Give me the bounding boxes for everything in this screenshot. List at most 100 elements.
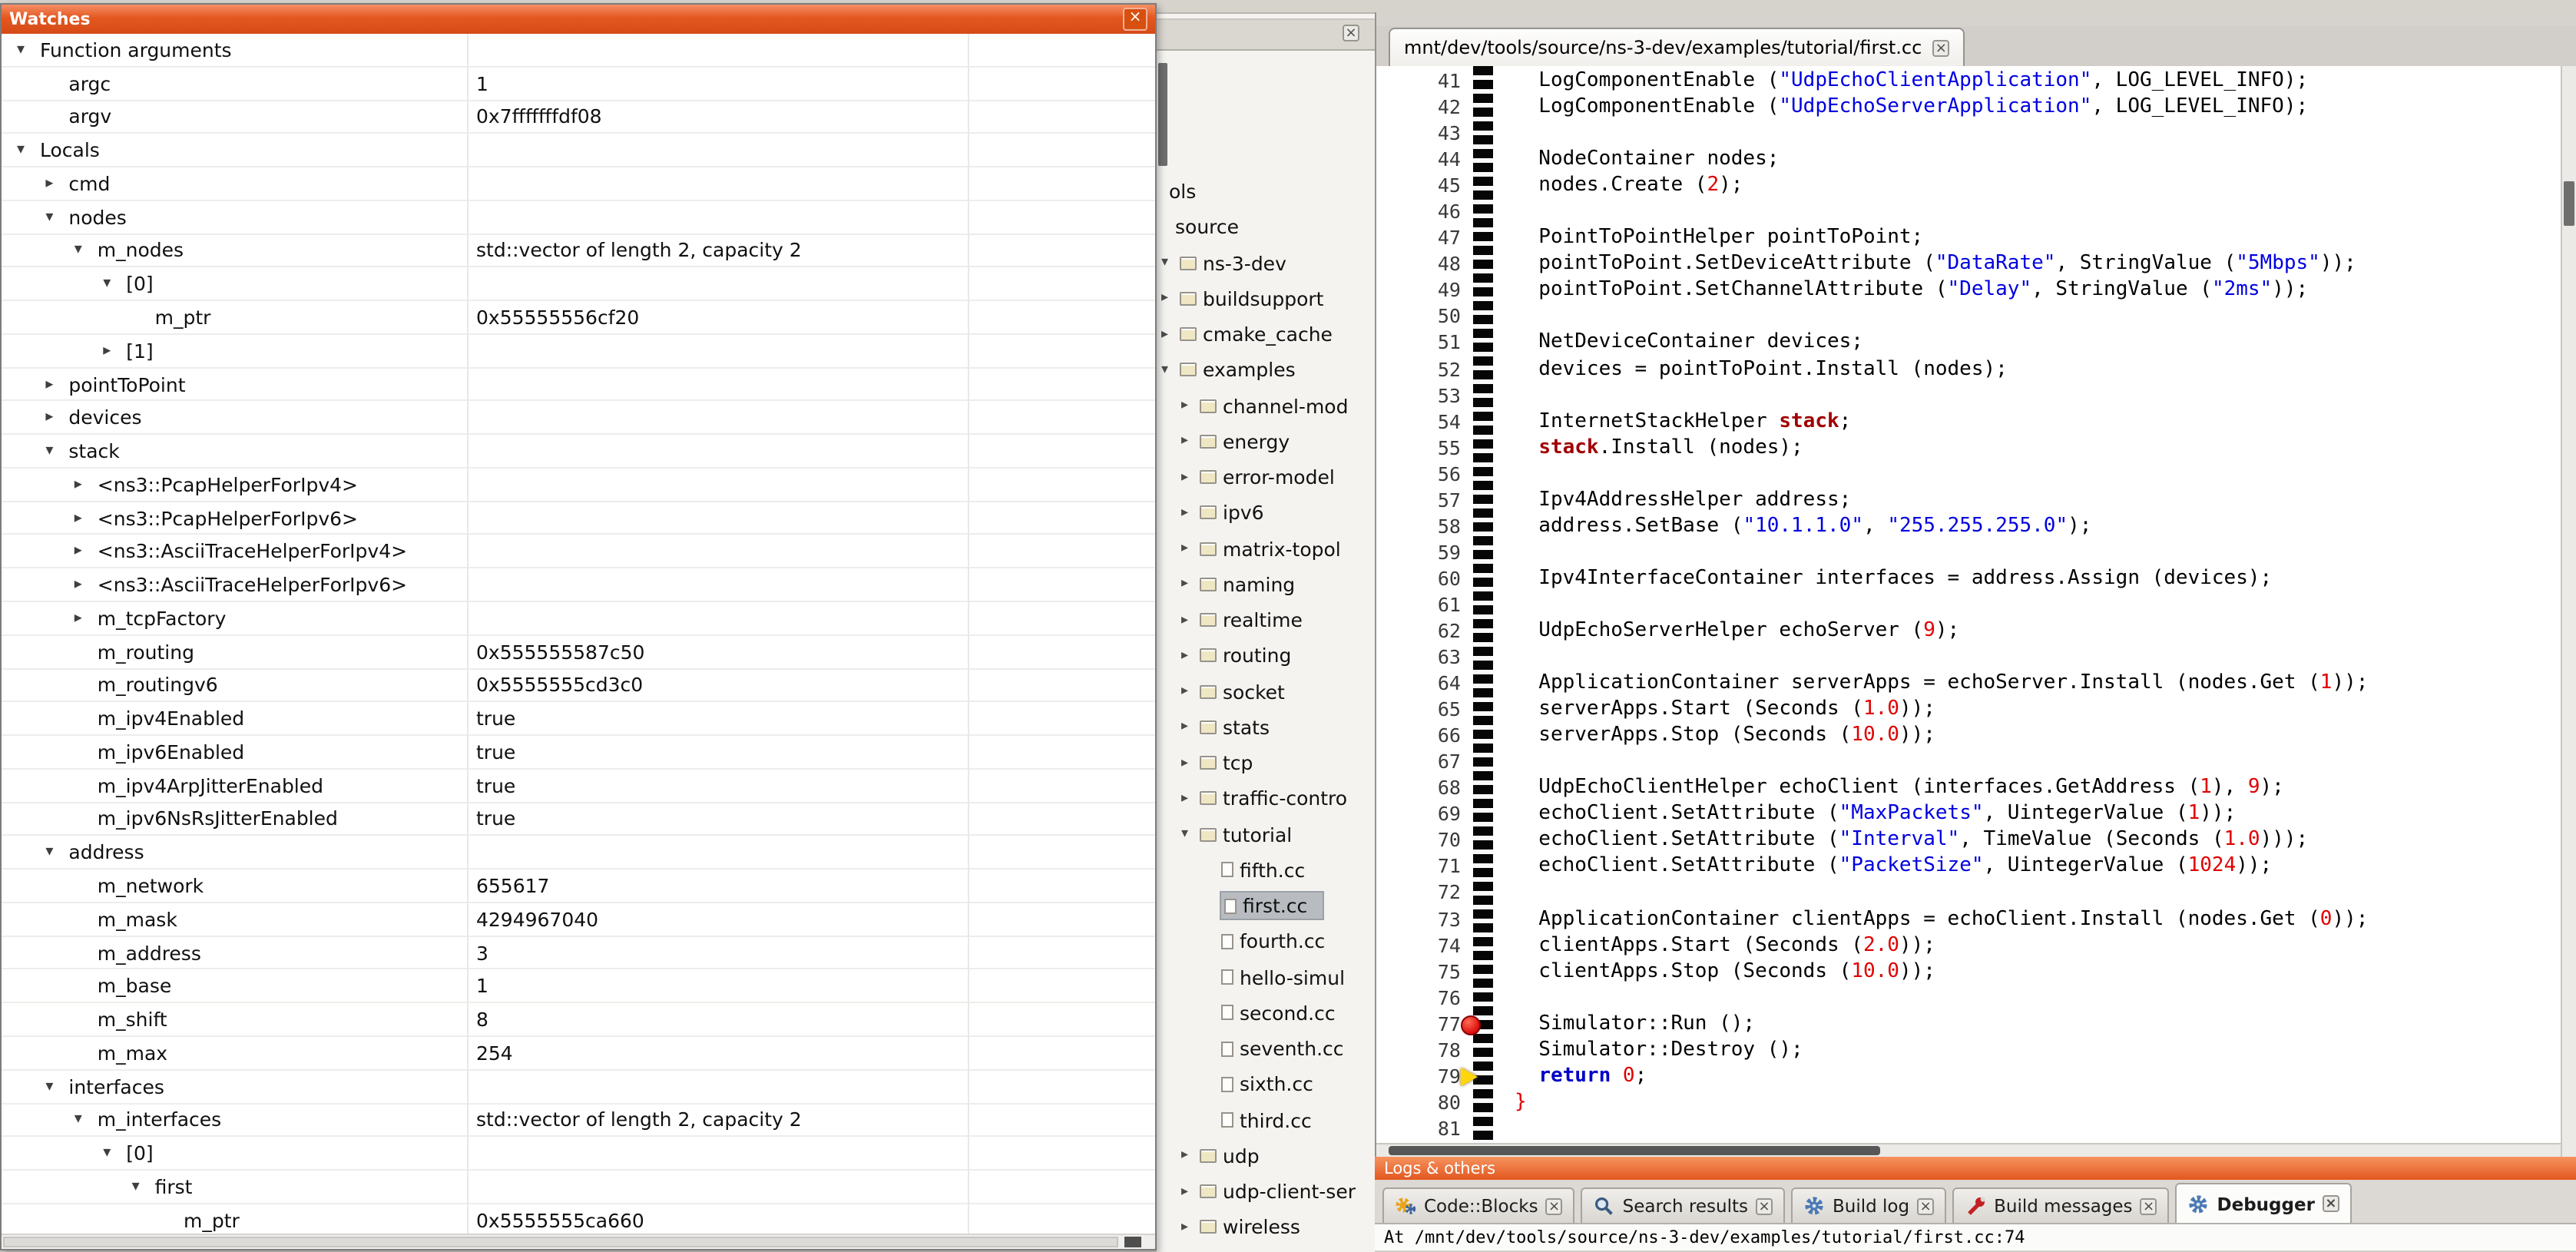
- tree-scrollbar-thumb[interactable]: [1158, 63, 1167, 166]
- collapse-arrow-icon[interactable]: ▾: [74, 1111, 98, 1128]
- watch-row[interactable]: m_routing0x555555587c50: [2, 636, 1155, 670]
- watch-row[interactable]: m_ipv6Enabledtrue: [2, 736, 1155, 770]
- close-icon[interactable]: ×: [1343, 25, 1359, 41]
- collapse-arrow-icon[interactable]: ▾: [17, 41, 40, 58]
- watch-row[interactable]: m_routingv60x5555555cd3c0: [2, 669, 1155, 703]
- tab-debugger[interactable]: Debugger×: [2176, 1183, 2352, 1223]
- watch-row[interactable]: ▸<ns3::PcapHelperForIpv6>: [2, 502, 1155, 535]
- tree-item[interactable]: fifth.cc: [1157, 853, 1375, 889]
- tree-item[interactable]: ▸tcp: [1157, 745, 1375, 781]
- watch-row[interactable]: ▾first: [2, 1171, 1155, 1204]
- collapse-arrow-icon[interactable]: ▾: [1181, 826, 1200, 842]
- resize-grip[interactable]: [1124, 1237, 1141, 1247]
- collapse-arrow-icon[interactable]: ▾: [17, 141, 40, 158]
- tab-build-messages[interactable]: Build messages×: [1952, 1187, 2169, 1223]
- tree-item[interactable]: ▸realtime: [1157, 602, 1375, 638]
- expand-arrow-icon[interactable]: ▸: [74, 576, 98, 593]
- expand-arrow-icon[interactable]: ▸: [1181, 791, 1200, 807]
- tree-item[interactable]: ▸energy: [1157, 424, 1375, 460]
- watch-row[interactable]: ▸m_tcpFactory: [2, 602, 1155, 636]
- tree-item[interactable]: first.cc: [1157, 888, 1375, 924]
- close-icon[interactable]: ×: [1123, 8, 1147, 31]
- tab-search-results[interactable]: Search results×: [1581, 1187, 1785, 1223]
- editor-vscrollbar-thumb[interactable]: [2564, 181, 2574, 226]
- watch-row[interactable]: m_network655617: [2, 869, 1155, 903]
- watch-row[interactable]: m_max254: [2, 1037, 1155, 1071]
- expand-arrow-icon[interactable]: ▸: [1181, 469, 1200, 485]
- collapse-arrow-icon[interactable]: ▾: [1161, 363, 1180, 378]
- expand-arrow-icon[interactable]: ▸: [45, 175, 68, 192]
- tree-item[interactable]: ▸naming: [1157, 567, 1375, 603]
- expand-arrow-icon[interactable]: ▸: [74, 476, 98, 493]
- tree-item[interactable]: ▸stats: [1157, 710, 1375, 746]
- breakpoint-marker[interactable]: [1461, 1015, 1481, 1035]
- expand-arrow-icon[interactable]: ▸: [103, 343, 126, 359]
- tree-item[interactable]: ▸cmake_cache: [1157, 316, 1375, 353]
- watch-row[interactable]: ▾nodes: [2, 201, 1155, 235]
- tree-item[interactable]: ols: [1157, 174, 1375, 210]
- tree-item[interactable]: third.cc: [1157, 1102, 1375, 1138]
- collapse-arrow-icon[interactable]: ▾: [45, 1078, 68, 1095]
- tree-item[interactable]: sixth.cc: [1157, 1067, 1375, 1103]
- tab-close-icon[interactable]: ×: [1932, 39, 1949, 56]
- tree-item[interactable]: hello-simul: [1157, 959, 1375, 995]
- tab-close-icon[interactable]: ×: [2323, 1195, 2339, 1212]
- tree-item[interactable]: ▸traffic-contro: [1157, 781, 1375, 817]
- tree-item[interactable]: second.cc: [1157, 995, 1375, 1032]
- watch-row[interactable]: m_ptr0x5555555ca660: [2, 1204, 1155, 1234]
- tree-item[interactable]: fourth.cc: [1157, 924, 1375, 960]
- tree-item[interactable]: ▸udp: [1157, 1138, 1375, 1174]
- editor-tab[interactable]: mnt/dev/tools/source/ns-3-dev/examples/t…: [1389, 28, 1965, 66]
- expand-arrow-icon[interactable]: ▸: [1181, 434, 1200, 449]
- tab-close-icon[interactable]: ×: [1917, 1197, 1934, 1214]
- tab-close-icon[interactable]: ×: [1546, 1197, 1563, 1214]
- expand-arrow-icon[interactable]: ▸: [45, 409, 68, 426]
- expand-arrow-icon[interactable]: ▸: [1181, 720, 1200, 735]
- expand-arrow-icon[interactable]: ▸: [1181, 577, 1200, 592]
- tree-item[interactable]: seventh.cc: [1157, 1031, 1375, 1067]
- watch-row[interactable]: m_base1: [2, 970, 1155, 1004]
- tree-item[interactable]: ▸routing: [1157, 638, 1375, 674]
- expand-arrow-icon[interactable]: ▸: [1181, 1220, 1200, 1235]
- watch-row[interactable]: ▸devices: [2, 402, 1155, 436]
- watch-row[interactable]: ▸<ns3::AsciiTraceHelperForIpv6>: [2, 569, 1155, 603]
- watch-row[interactable]: m_mask4294967040: [2, 903, 1155, 937]
- editor-hscrollbar-thumb[interactable]: [1389, 1146, 1880, 1155]
- expand-arrow-icon[interactable]: ▸: [1181, 505, 1200, 521]
- tree-item[interactable]: ▸buildsupport: [1157, 281, 1375, 317]
- expand-arrow-icon[interactable]: ▸: [74, 610, 98, 627]
- logs-titlebar[interactable]: Logs & others: [1375, 1157, 2576, 1180]
- expand-arrow-icon[interactable]: ▸: [1181, 684, 1200, 699]
- watches-hscrollbar-thumb[interactable]: [3, 1237, 1118, 1247]
- watch-row[interactable]: ▾m_interfacesstd::vector of length 2, ca…: [2, 1104, 1155, 1138]
- collapse-arrow-icon[interactable]: ▾: [45, 844, 68, 861]
- watch-row[interactable]: m_shift8: [2, 1003, 1155, 1037]
- watches-titlebar[interactable]: Watches ×: [2, 5, 1155, 34]
- tree-item[interactable]: ▸socket: [1157, 674, 1375, 710]
- watch-row[interactable]: ▾stack: [2, 435, 1155, 469]
- editor-body[interactable]: 4142434445464748495051525354555657585960…: [1376, 66, 2562, 1143]
- watch-row[interactable]: ▾Function arguments: [2, 34, 1155, 68]
- watch-row[interactable]: ▾interfaces: [2, 1070, 1155, 1104]
- expand-arrow-icon[interactable]: ▸: [1181, 612, 1200, 628]
- expand-arrow-icon[interactable]: ▸: [1181, 398, 1200, 413]
- watch-row[interactable]: ▾address: [2, 836, 1155, 870]
- collapse-arrow-icon[interactable]: ▾: [74, 242, 98, 259]
- tab-code-blocks[interactable]: Code::Blocks×: [1382, 1187, 1575, 1223]
- expand-arrow-icon[interactable]: ▸: [74, 509, 98, 526]
- collapse-arrow-icon[interactable]: ▾: [1161, 255, 1180, 270]
- editor-hscrollbar[interactable]: [1376, 1143, 2562, 1157]
- expand-arrow-icon[interactable]: ▸: [74, 543, 98, 560]
- tree-item[interactable]: ▸wireless: [1157, 1210, 1375, 1246]
- watch-row[interactable]: ▸<ns3::AsciiTraceHelperForIpv4>: [2, 535, 1155, 569]
- tree-item[interactable]: ▸ipv6: [1157, 495, 1375, 532]
- watch-row[interactable]: m_ipv6NsRsJitterEnabledtrue: [2, 803, 1155, 836]
- expand-arrow-icon[interactable]: ▸: [1181, 755, 1200, 770]
- code-area[interactable]: LogComponentEnable ("UdpEchoClientApplic…: [1515, 69, 2368, 1143]
- expand-arrow-icon[interactable]: ▸: [1161, 326, 1180, 342]
- tab-build-log[interactable]: Build log×: [1791, 1187, 1946, 1223]
- watch-row[interactable]: m_ipv4ArpJitterEnabledtrue: [2, 770, 1155, 803]
- watch-row[interactable]: m_address3: [2, 936, 1155, 970]
- watch-row[interactable]: ▸cmd: [2, 167, 1155, 201]
- tree-item[interactable]: ▸matrix-topol: [1157, 531, 1375, 567]
